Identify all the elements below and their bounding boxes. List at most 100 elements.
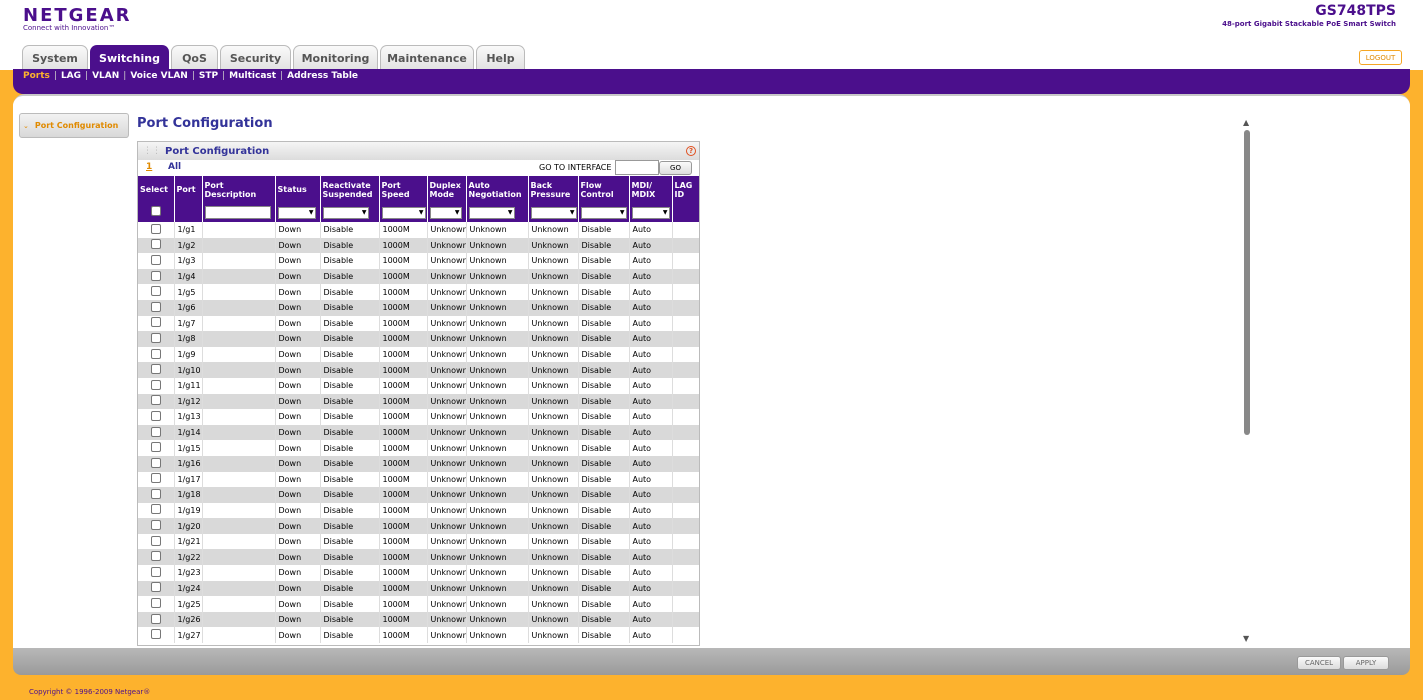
- row-select-checkbox[interactable]: [150, 254, 161, 265]
- row-select-checkbox[interactable]: [150, 629, 161, 640]
- row-select-checkbox[interactable]: [150, 473, 161, 484]
- subnav-address-table[interactable]: Address Table: [287, 71, 358, 81]
- row-select-checkbox[interactable]: [150, 223, 161, 234]
- table-cell: 1/g25: [174, 596, 203, 612]
- filter-dropdown[interactable]: ▼: [631, 206, 670, 219]
- table-cell: [202, 580, 276, 597]
- goto-interface-input[interactable]: [615, 160, 659, 175]
- scroll-up-icon[interactable]: ▲: [1243, 118, 1249, 127]
- row-select-checkbox[interactable]: [150, 551, 161, 562]
- table-cell: Down: [275, 331, 321, 347]
- select-cell: [138, 471, 175, 488]
- table-cell: 1/g12: [174, 393, 203, 410]
- table-cell: [202, 237, 276, 254]
- table-cell: Auto: [629, 315, 673, 332]
- table-cell: [672, 440, 699, 456]
- filter-dropdown[interactable]: ▼: [468, 206, 515, 219]
- all-link[interactable]: All: [168, 162, 181, 172]
- row-select-checkbox[interactable]: [150, 239, 161, 250]
- subnav-ports[interactable]: Ports: [23, 71, 50, 81]
- table-cell: Unknown: [528, 627, 579, 644]
- port-description-filter-input[interactable]: [204, 206, 271, 219]
- table-cell: 1/g20: [174, 518, 203, 534]
- table-cell: Disable: [578, 627, 630, 644]
- table-cell: Unknown: [427, 284, 467, 300]
- bottom-bar: [13, 648, 1410, 675]
- row-select-checkbox[interactable]: [150, 348, 161, 359]
- table-cell: Disable: [320, 455, 380, 472]
- tab-system[interactable]: System: [22, 45, 88, 70]
- subnav-voice-vlan[interactable]: Voice VLAN: [130, 71, 188, 81]
- table-cell: [202, 440, 276, 456]
- scroll-down-icon[interactable]: ▼: [1243, 634, 1249, 643]
- cancel-button[interactable]: CANCEL: [1297, 656, 1341, 670]
- table-row: 1/g10 Down Disable 1000M Unknown Unknown Unkno…: [138, 362, 699, 378]
- filter-dropdown[interactable]: ▼: [580, 206, 627, 219]
- table-cell: Disable: [578, 346, 630, 363]
- row-select-checkbox[interactable]: [150, 410, 161, 421]
- filter-dropdown[interactable]: ▼: [530, 206, 577, 219]
- subnav-multicast[interactable]: Multicast: [229, 71, 276, 81]
- table-row: 1/g5 Down Disable 1000M Unknown Unknown Unknow…: [138, 284, 699, 300]
- row-select-checkbox[interactable]: [150, 270, 161, 281]
- row-select-checkbox[interactable]: [150, 364, 161, 375]
- chevron-down-icon: ▼: [454, 209, 460, 216]
- page-number-link[interactable]: 1: [146, 162, 152, 172]
- row-select-checkbox[interactable]: [150, 442, 161, 453]
- filter-dropdown[interactable]: ▼: [322, 206, 369, 219]
- row-select-checkbox[interactable]: [150, 379, 161, 390]
- row-select-checkbox[interactable]: [150, 332, 161, 343]
- row-select-checkbox[interactable]: [150, 535, 161, 546]
- subnav-stp[interactable]: STP: [199, 71, 218, 81]
- row-select-checkbox[interactable]: [150, 317, 161, 328]
- row-select-checkbox[interactable]: [150, 395, 161, 406]
- select-cell: [138, 502, 175, 519]
- tab-monitoring[interactable]: Monitoring: [293, 45, 378, 70]
- row-select-checkbox[interactable]: [150, 598, 161, 609]
- row-select-checkbox[interactable]: [150, 613, 161, 624]
- table-cell: Unknown: [528, 487, 579, 503]
- table-cell: [672, 611, 699, 628]
- table-cell: Down: [275, 487, 321, 503]
- tab-security[interactable]: Security: [220, 45, 291, 70]
- filter-dropdown[interactable]: ▼: [429, 206, 462, 219]
- scrollbar-thumb[interactable]: [1244, 130, 1250, 435]
- row-select-checkbox[interactable]: [150, 504, 161, 515]
- logout-button[interactable]: LOGOUT: [1359, 50, 1402, 65]
- row-select-checkbox[interactable]: [150, 520, 161, 531]
- netgear-logo: NETGEAR: [23, 5, 132, 26]
- select-all-checkbox[interactable]: [150, 206, 161, 216]
- row-select-checkbox[interactable]: [150, 457, 161, 468]
- table-cell: [672, 518, 699, 534]
- filter-dropdown[interactable]: ▼: [277, 206, 316, 219]
- help-icon[interactable]: ?: [686, 146, 696, 156]
- subnav-vlan[interactable]: VLAN: [92, 71, 119, 81]
- chevron-down-icon: ▼: [308, 209, 314, 216]
- side-menu-port-configuration[interactable]: ⌄ Port Configuration: [19, 113, 129, 138]
- table-cell: Disable: [320, 331, 380, 347]
- tab-qos[interactable]: QoS: [171, 45, 218, 70]
- table-cell: Disable: [578, 533, 630, 550]
- column-header: Duplex Mode: [427, 176, 467, 203]
- table-cell: Down: [275, 627, 321, 644]
- tab-switching[interactable]: Switching: [90, 45, 169, 70]
- table-cell: Unknown: [466, 565, 529, 581]
- vertical-scrollbar[interactable]: ▲ ▼: [1242, 118, 1254, 643]
- row-select-checkbox[interactable]: [150, 488, 161, 499]
- subnav-lag[interactable]: LAG: [61, 71, 81, 81]
- table-cell: Auto: [629, 409, 673, 425]
- tab-help[interactable]: Help: [476, 45, 525, 70]
- select-cell: [138, 580, 175, 597]
- filter-dropdown[interactable]: ▼: [381, 206, 426, 219]
- go-button[interactable]: GO: [659, 161, 692, 175]
- tab-maintenance[interactable]: Maintenance: [380, 45, 474, 70]
- select-cell: [138, 222, 175, 238]
- header: NETGEAR Connect with Innovation™ GS748TP…: [0, 0, 1423, 70]
- row-select-checkbox[interactable]: [150, 582, 161, 593]
- filter-cell: ▼: [427, 203, 467, 222]
- row-select-checkbox[interactable]: [150, 301, 161, 312]
- row-select-checkbox[interactable]: [150, 426, 161, 437]
- row-select-checkbox[interactable]: [150, 566, 161, 577]
- row-select-checkbox[interactable]: [150, 286, 161, 297]
- apply-button[interactable]: APPLY: [1343, 656, 1389, 670]
